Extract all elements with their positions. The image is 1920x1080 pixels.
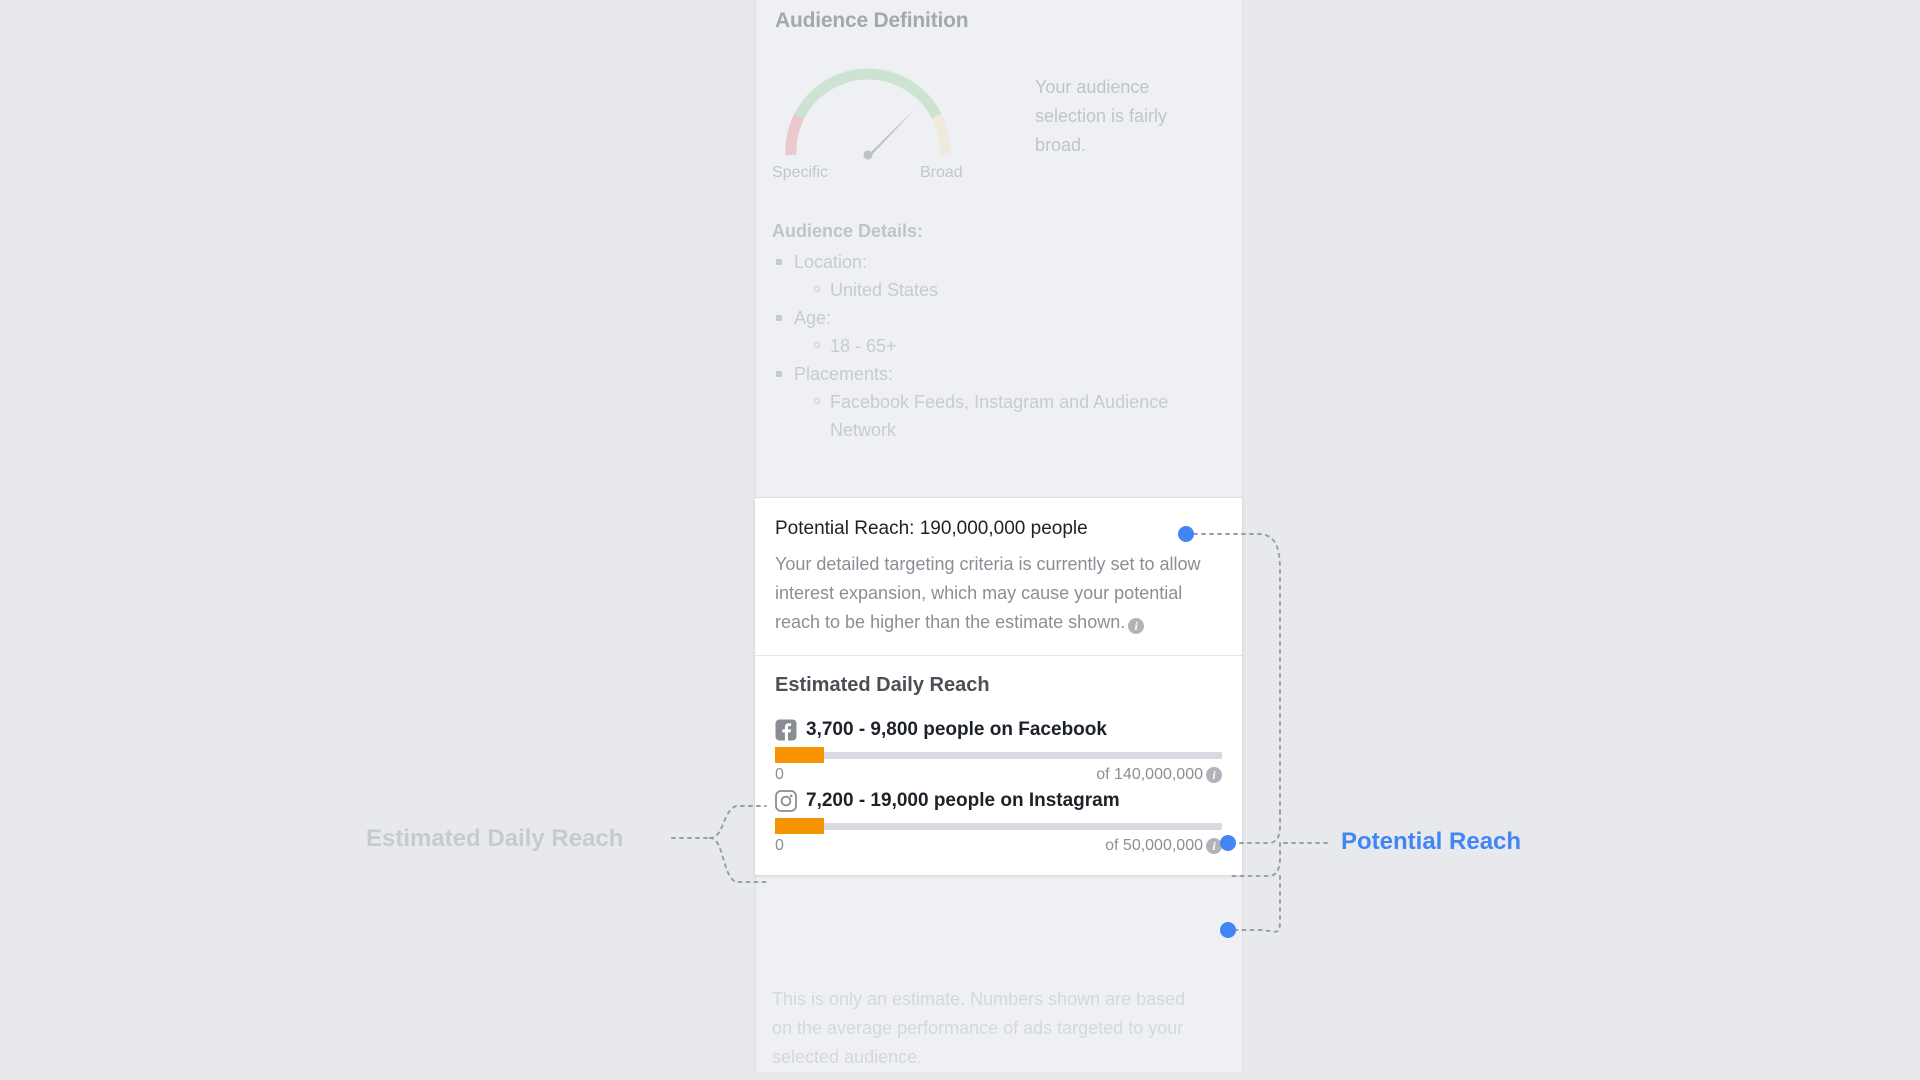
- circle-bullet-icon: [814, 286, 820, 292]
- info-icon[interactable]: i: [1206, 767, 1222, 783]
- detail-label: Placements:: [794, 364, 894, 384]
- detail-value: United States: [830, 280, 939, 300]
- estimated-daily-reach-section: Estimated Daily Reach 3,700 - 9,800 peop…: [755, 656, 1242, 875]
- gauge-arc-specific: [785, 113, 805, 156]
- reach-bar-total-wrap: of 50,000,000 i: [1105, 837, 1222, 855]
- estimated-daily-reach-title: Estimated Daily Reach: [775, 674, 990, 696]
- screenshot-root: Audience Definition Specific Broad Your …: [0, 0, 1920, 1080]
- circle-bullet-icon: [814, 398, 820, 404]
- potential-reach-description: Your detailed targeting criteria is curr…: [775, 550, 1222, 637]
- square-bullet-icon: [776, 315, 782, 321]
- reach-bar-fill: [775, 747, 825, 763]
- audience-gauge: [768, 55, 968, 165]
- gauge-needle: [863, 108, 916, 160]
- reach-bar-total-wrap: of 140,000,000 i: [1096, 766, 1222, 784]
- reach-row-label: 3,700 - 9,800 people on Facebook: [806, 719, 1107, 740]
- info-icon[interactable]: i: [1128, 618, 1145, 634]
- detail-value: Facebook Feeds, Instagram and Audience N…: [830, 392, 1169, 440]
- annotation-connector-left: [671, 805, 767, 883]
- reach-row-header: 3,700 - 9,800 people on Facebook: [775, 719, 1222, 741]
- gauge-label-specific: Specific: [772, 164, 829, 181]
- square-bullet-icon: [776, 259, 782, 265]
- reach-bar-total: of 50,000,000: [1105, 837, 1203, 854]
- estimate-footnote: This is only an estimate. Numbers shown …: [772, 989, 1186, 1067]
- annotation-label-estimated-daily-reach: Estimated Daily Reach: [366, 825, 624, 852]
- reach-bar-min: 0: [775, 766, 784, 783]
- list-item: Age: 18 - 65+: [776, 304, 1212, 360]
- square-bullet-icon: [776, 371, 782, 377]
- potential-reach-title: Potential Reach: 190,000,000 people: [775, 518, 1088, 539]
- circle-bullet-icon: [814, 342, 820, 348]
- list-item: Location: United States: [776, 248, 1212, 304]
- facebook-icon: [775, 719, 797, 741]
- list-item: United States: [814, 276, 1212, 304]
- detail-label: Age:: [794, 308, 832, 328]
- reach-row-instagram: 7,200 - 19,000 people on Instagram 0 of …: [775, 790, 1222, 859]
- reach-bar-fill: [775, 818, 825, 834]
- page-title: Audience Definition: [775, 9, 969, 32]
- detail-label: Location:: [794, 252, 868, 272]
- audience-details-title: Audience Details:: [772, 221, 924, 241]
- reach-bar-total: of 140,000,000: [1096, 766, 1203, 783]
- instagram-icon: [775, 790, 797, 812]
- reach-bar-instagram: [775, 818, 1222, 834]
- detail-value: 18 - 65+: [830, 336, 897, 356]
- list-item: Placements: Facebook Feeds, Instagram an…: [776, 360, 1212, 444]
- reach-bar-track: [775, 752, 1222, 759]
- gauge-note: Your audience selection is fairly broad.: [1035, 77, 1168, 155]
- gauge-label-broad: Broad: [920, 164, 963, 181]
- reach-bar-track: [775, 823, 1222, 830]
- gauge-svg: [785, 68, 951, 160]
- list-item: Facebook Feeds, Instagram and Audience N…: [814, 388, 1212, 444]
- info-icon[interactable]: i: [1206, 838, 1222, 854]
- reach-bar-min: 0: [775, 837, 784, 854]
- list-item: 18 - 65+: [814, 332, 1212, 360]
- reach-row-label: 7,200 - 19,000 people on Instagram: [806, 790, 1120, 811]
- reach-row-header: 7,200 - 19,000 people on Instagram: [775, 790, 1222, 812]
- gauge-arc-mid: [794, 68, 942, 119]
- reach-card: Potential Reach: 190,000,000 people Your…: [754, 497, 1243, 876]
- potential-reach-section: Potential Reach: 190,000,000 people Your…: [755, 498, 1242, 656]
- audience-details-list: Location: United States Age: 18 - 65+ Pl…: [772, 248, 1212, 444]
- reach-row-facebook: 3,700 - 9,800 people on Facebook 0 of 14…: [775, 719, 1222, 788]
- reach-bar-facebook: [775, 747, 1222, 763]
- reach-bar-meta: 0 of 140,000,000 i: [775, 766, 1222, 788]
- gauge-arc-broad: [931, 113, 951, 156]
- annotation-label-potential-reach: Potential Reach: [1341, 828, 1522, 855]
- reach-bar-meta: 0 of 50,000,000 i: [775, 837, 1222, 859]
